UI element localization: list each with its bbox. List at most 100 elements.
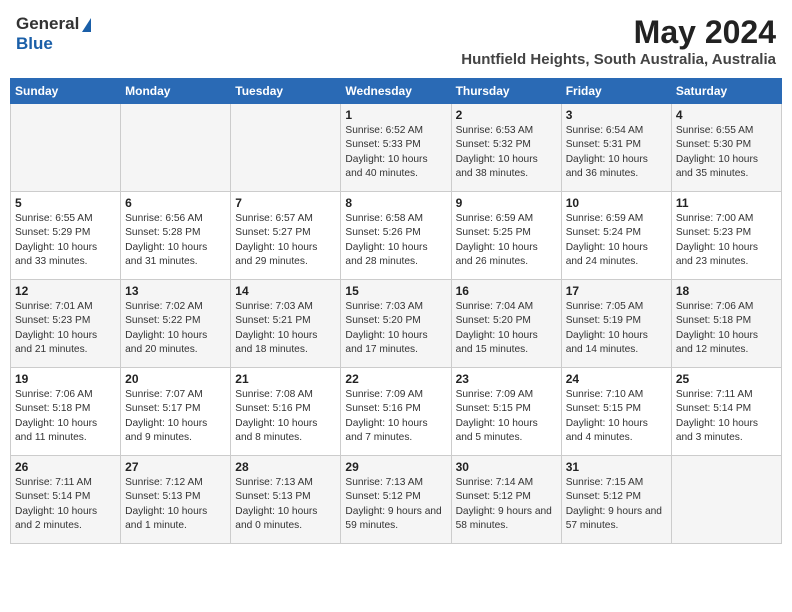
day-info: Sunrise: 7:13 AM Sunset: 5:13 PM Dayligh… xyxy=(235,476,336,533)
col-monday: Monday xyxy=(121,79,231,104)
day-cell: 1 Sunrise: 6:52 AM Sunset: 5:33 PM Daylig… xyxy=(341,104,451,192)
day-number: 18 xyxy=(676,284,777,298)
day-info: Sunrise: 7:02 AM Sunset: 5:22 PM Dayligh… xyxy=(125,300,226,357)
day-cell: 12 Sunrise: 7:01 AM Sunset: 5:23 PM Dayli… xyxy=(11,280,121,368)
logo-general: General xyxy=(16,14,91,34)
day-cell: 31Sunrise: 7:15 AM Sunset: 5:12 PM Dayli… xyxy=(561,456,671,544)
day-number: 24 xyxy=(566,372,667,386)
calendar-body: 1 Sunrise: 6:52 AM Sunset: 5:33 PM Daylig… xyxy=(11,104,782,544)
day-cell: 14 Sunrise: 7:03 AM Sunset: 5:21 PM Dayli… xyxy=(231,280,341,368)
col-tuesday: Tuesday xyxy=(231,79,341,104)
day-info: Sunrise: 7:08 AM Sunset: 5:16 PM Dayligh… xyxy=(235,388,336,445)
day-info: Sunrise: 6:56 AM Sunset: 5:28 PM Dayligh… xyxy=(125,212,226,269)
day-number: 28 xyxy=(235,460,336,474)
day-cell: 8 Sunrise: 6:58 AM Sunset: 5:26 PM Daylig… xyxy=(341,192,451,280)
day-cell: 10Sunrise: 6:59 AM Sunset: 5:24 PM Dayli… xyxy=(561,192,671,280)
day-number: 30 xyxy=(456,460,557,474)
day-info: Sunrise: 6:52 AM Sunset: 5:33 PM Dayligh… xyxy=(345,124,446,181)
day-cell: 29 Sunrise: 7:13 AM Sunset: 5:12 PM Dayli… xyxy=(341,456,451,544)
title-area: May 2024 Huntfield Heights, South Austra… xyxy=(461,14,776,68)
day-info: Sunrise: 6:55 AM Sunset: 5:29 PM Dayligh… xyxy=(15,212,116,269)
day-number: 31 xyxy=(566,460,667,474)
day-info: Sunrise: 7:01 AM Sunset: 5:23 PM Dayligh… xyxy=(15,300,116,357)
day-info: Sunrise: 6:53 AM Sunset: 5:32 PM Dayligh… xyxy=(456,124,557,181)
day-cell: 23 Sunrise: 7:09 AM Sunset: 5:15 PM Dayli… xyxy=(451,368,561,456)
day-info: Sunrise: 7:09 AM Sunset: 5:15 PM Dayligh… xyxy=(456,388,557,445)
col-friday: Friday xyxy=(561,79,671,104)
day-cell: 30 Sunrise: 7:14 AM Sunset: 5:12 PM Dayli… xyxy=(451,456,561,544)
day-cell xyxy=(11,104,121,192)
day-info: Sunrise: 7:11 AM Sunset: 5:14 PM Dayligh… xyxy=(15,476,116,533)
day-cell: 9 Sunrise: 6:59 AM Sunset: 5:25 PM Daylig… xyxy=(451,192,561,280)
day-cell: 11 Sunrise: 7:00 AM Sunset: 5:23 PM Dayli… xyxy=(671,192,781,280)
col-wednesday: Wednesday xyxy=(341,79,451,104)
day-info: Sunrise: 6:58 AM Sunset: 5:26 PM Dayligh… xyxy=(345,212,446,269)
day-info: Sunrise: 6:54 AM Sunset: 5:31 PM Dayligh… xyxy=(566,124,667,181)
day-number: 27 xyxy=(125,460,226,474)
day-number: 7 xyxy=(235,196,336,210)
day-number: 3 xyxy=(566,108,667,122)
day-number: 4 xyxy=(676,108,777,122)
day-info: Sunrise: 6:59 AM Sunset: 5:25 PM Dayligh… xyxy=(456,212,557,269)
day-cell: 18Sunrise: 7:06 AM Sunset: 5:18 PM Dayli… xyxy=(671,280,781,368)
day-number: 9 xyxy=(456,196,557,210)
day-cell: 16 Sunrise: 7:04 AM Sunset: 5:20 PM Dayli… xyxy=(451,280,561,368)
calendar-header: Sunday Monday Tuesday Wednesday Thursday… xyxy=(11,79,782,104)
day-info: Sunrise: 7:07 AM Sunset: 5:17 PM Dayligh… xyxy=(125,388,226,445)
col-sunday: Sunday xyxy=(11,79,121,104)
day-cell: 28 Sunrise: 7:13 AM Sunset: 5:13 PM Dayli… xyxy=(231,456,341,544)
day-cell: 24Sunrise: 7:10 AM Sunset: 5:15 PM Dayli… xyxy=(561,368,671,456)
day-number: 1 xyxy=(345,108,446,122)
day-number: 5 xyxy=(15,196,116,210)
day-info: Sunrise: 7:13 AM Sunset: 5:12 PM Dayligh… xyxy=(345,476,446,533)
day-cell xyxy=(671,456,781,544)
day-number: 2 xyxy=(456,108,557,122)
day-info: Sunrise: 7:11 AM Sunset: 5:14 PM Dayligh… xyxy=(676,388,777,445)
day-cell: 21Sunrise: 7:08 AM Sunset: 5:16 PM Dayli… xyxy=(231,368,341,456)
day-number: 29 xyxy=(345,460,446,474)
day-info: Sunrise: 7:00 AM Sunset: 5:23 PM Dayligh… xyxy=(676,212,777,269)
day-cell: 22Sunrise: 7:09 AM Sunset: 5:16 PM Dayli… xyxy=(341,368,451,456)
day-number: 22 xyxy=(345,372,446,386)
day-info: Sunrise: 7:06 AM Sunset: 5:18 PM Dayligh… xyxy=(15,388,116,445)
day-cell: 3 Sunrise: 6:54 AM Sunset: 5:31 PM Daylig… xyxy=(561,104,671,192)
day-info: Sunrise: 7:03 AM Sunset: 5:20 PM Dayligh… xyxy=(345,300,446,357)
day-info: Sunrise: 7:03 AM Sunset: 5:21 PM Dayligh… xyxy=(235,300,336,357)
day-info: Sunrise: 6:55 AM Sunset: 5:30 PM Dayligh… xyxy=(676,124,777,181)
week-row-3: 12 Sunrise: 7:01 AM Sunset: 5:23 PM Dayli… xyxy=(11,280,782,368)
day-info: Sunrise: 7:14 AM Sunset: 5:12 PM Dayligh… xyxy=(456,476,557,533)
day-number: 25 xyxy=(676,372,777,386)
header-row: Sunday Monday Tuesday Wednesday Thursday… xyxy=(11,79,782,104)
week-row-4: 19Sunrise: 7:06 AM Sunset: 5:18 PM Dayli… xyxy=(11,368,782,456)
page-header: General Blue May 2024 Huntfield Heights,… xyxy=(10,10,782,72)
day-cell: 20Sunrise: 7:07 AM Sunset: 5:17 PM Dayli… xyxy=(121,368,231,456)
week-row-2: 5 Sunrise: 6:55 AM Sunset: 5:29 PM Daylig… xyxy=(11,192,782,280)
day-cell: 19Sunrise: 7:06 AM Sunset: 5:18 PM Dayli… xyxy=(11,368,121,456)
day-number: 15 xyxy=(345,284,446,298)
day-info: Sunrise: 6:59 AM Sunset: 5:24 PM Dayligh… xyxy=(566,212,667,269)
day-number: 8 xyxy=(345,196,446,210)
day-info: Sunrise: 6:57 AM Sunset: 5:27 PM Dayligh… xyxy=(235,212,336,269)
calendar-table: Sunday Monday Tuesday Wednesday Thursday… xyxy=(10,78,782,544)
day-number: 14 xyxy=(235,284,336,298)
day-cell: 2 Sunrise: 6:53 AM Sunset: 5:32 PM Daylig… xyxy=(451,104,561,192)
day-cell: 7 Sunrise: 6:57 AM Sunset: 5:27 PM Daylig… xyxy=(231,192,341,280)
day-number: 12 xyxy=(15,284,116,298)
day-cell: 17Sunrise: 7:05 AM Sunset: 5:19 PM Dayli… xyxy=(561,280,671,368)
day-cell: 15 Sunrise: 7:03 AM Sunset: 5:20 PM Dayli… xyxy=(341,280,451,368)
col-thursday: Thursday xyxy=(451,79,561,104)
day-cell: 6 Sunrise: 6:56 AM Sunset: 5:28 PM Daylig… xyxy=(121,192,231,280)
day-cell xyxy=(231,104,341,192)
day-cell: 25 Sunrise: 7:11 AM Sunset: 5:14 PM Dayli… xyxy=(671,368,781,456)
day-cell: 13Sunrise: 7:02 AM Sunset: 5:22 PM Dayli… xyxy=(121,280,231,368)
day-cell: 27 Sunrise: 7:12 AM Sunset: 5:13 PM Dayli… xyxy=(121,456,231,544)
day-cell: 5 Sunrise: 6:55 AM Sunset: 5:29 PM Daylig… xyxy=(11,192,121,280)
day-cell xyxy=(121,104,231,192)
day-number: 11 xyxy=(676,196,777,210)
day-number: 16 xyxy=(456,284,557,298)
day-number: 23 xyxy=(456,372,557,386)
day-number: 6 xyxy=(125,196,226,210)
day-info: Sunrise: 7:12 AM Sunset: 5:13 PM Dayligh… xyxy=(125,476,226,533)
day-info: Sunrise: 7:04 AM Sunset: 5:20 PM Dayligh… xyxy=(456,300,557,357)
logo-blue-text: Blue xyxy=(16,34,53,54)
